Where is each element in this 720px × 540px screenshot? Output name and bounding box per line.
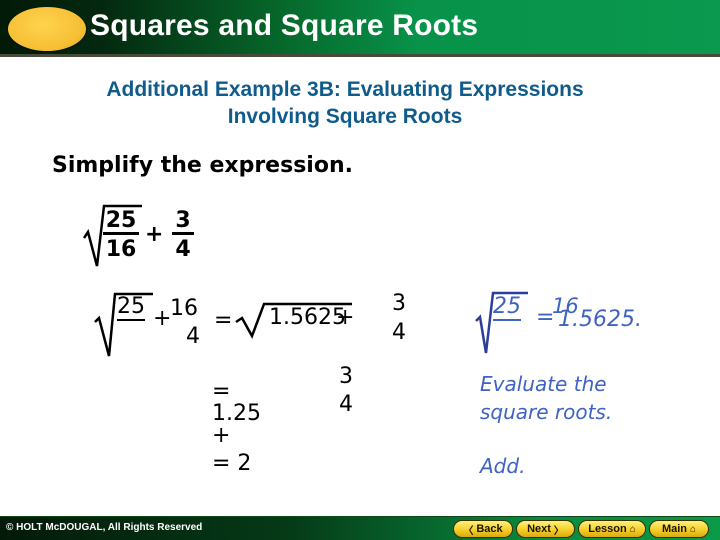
main-button[interactable]: Main ⌂ bbox=[649, 520, 709, 538]
slide-header: Squares and Square Roots bbox=[0, 0, 720, 57]
fraction-numerator: 3 bbox=[339, 364, 353, 389]
main-button-label: Main bbox=[661, 523, 687, 535]
slide-footer: © HOLT McDOUGAL, All Rights Reserved 〈 B… bbox=[0, 516, 720, 540]
example-heading-line1: Additional Example 3B: Evaluating Expres… bbox=[106, 78, 584, 101]
header-oval-decoration bbox=[8, 7, 86, 51]
fraction-numerator: 3 bbox=[172, 210, 194, 235]
chevron-right-icon: 〉 bbox=[553, 525, 564, 537]
equals-sign: = bbox=[214, 308, 233, 333]
chevron-left-icon: 〈 bbox=[463, 525, 474, 537]
fraction-numerator: 3 bbox=[392, 291, 406, 316]
example-heading: Additional Example 3B: Evaluating Expres… bbox=[0, 76, 690, 130]
step-3-note: Add. bbox=[480, 454, 526, 478]
radicand-fraction: 25 16 bbox=[103, 210, 139, 261]
next-button-label: Next bbox=[527, 523, 551, 535]
next-button[interactable]: Next 〉 bbox=[516, 520, 575, 538]
plus-sign: + bbox=[153, 306, 172, 331]
step-3-expression: = 2 bbox=[212, 451, 252, 476]
step-2-note-line2: square roots. bbox=[480, 400, 613, 424]
home-icon: ⌂ bbox=[690, 523, 697, 535]
added-fraction: 3 4 bbox=[172, 210, 194, 261]
back-button[interactable]: 〈 Back bbox=[453, 520, 513, 538]
radicand-numerator: 25 bbox=[117, 294, 145, 321]
lesson-button-label: Lesson bbox=[588, 523, 627, 535]
back-button-label: Back bbox=[476, 523, 503, 535]
home-icon: ⌂ bbox=[629, 523, 636, 535]
plus-sign: + bbox=[145, 222, 164, 247]
instruction-text: Simplify the expression. bbox=[52, 153, 353, 178]
added-fraction: 3 4 bbox=[388, 293, 410, 344]
example-heading-line2: Involving Square Roots bbox=[227, 105, 463, 128]
copyright-text: © HOLT McDOUGAL, All Rights Reserved bbox=[6, 522, 203, 533]
fraction-denominator: 4 bbox=[339, 392, 353, 417]
fraction-denominator: 4 bbox=[186, 324, 200, 349]
fraction-denominator: 4 bbox=[392, 320, 406, 345]
note-decimal-value: 1.5625. bbox=[558, 307, 642, 332]
fraction-numerator: 25 bbox=[103, 210, 139, 235]
radicand-denominator-overlap: 16 bbox=[170, 296, 198, 321]
plus-sign: + bbox=[336, 305, 355, 330]
added-fraction: 3 4 bbox=[335, 366, 357, 416]
decimal-radicand: 1.5625 bbox=[269, 305, 346, 330]
step-2-note: Evaluate the square roots. bbox=[480, 370, 612, 426]
step-2-expr: = 1.25 + bbox=[212, 379, 261, 448]
fraction-denominator: 4 bbox=[175, 237, 191, 262]
slide-title: Squares and Square Roots bbox=[90, 9, 479, 42]
fraction-denominator: 16 bbox=[105, 237, 137, 262]
lesson-button[interactable]: Lesson ⌂ bbox=[578, 520, 646, 538]
step-2-note-line1: Evaluate the bbox=[480, 372, 607, 396]
note-radicand-numerator: 25 bbox=[493, 294, 521, 321]
